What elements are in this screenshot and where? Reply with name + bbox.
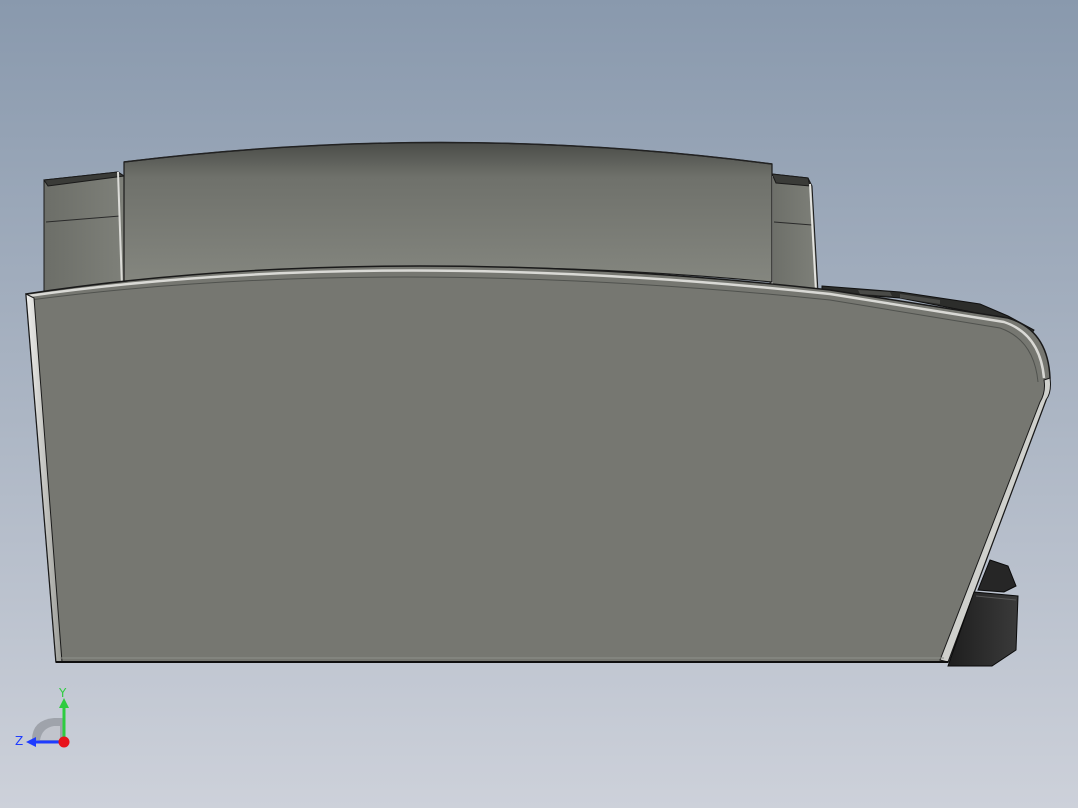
model-view[interactable]: [0, 0, 1078, 808]
x-axis-icon: [58, 736, 70, 748]
z-axis-label: Z: [15, 734, 23, 748]
left-rear-post: [43, 171, 126, 293]
top-cover: [123, 141, 773, 283]
right-rear-post: [769, 173, 819, 293]
main-side-panel: [25, 265, 1051, 663]
3d-graphics-viewport[interactable]: Y Z: [0, 0, 1078, 808]
y-axis-label: Y: [58, 686, 67, 700]
z-axis-arrow-icon: [26, 737, 36, 747]
orientation-triad: Y Z: [10, 684, 80, 754]
